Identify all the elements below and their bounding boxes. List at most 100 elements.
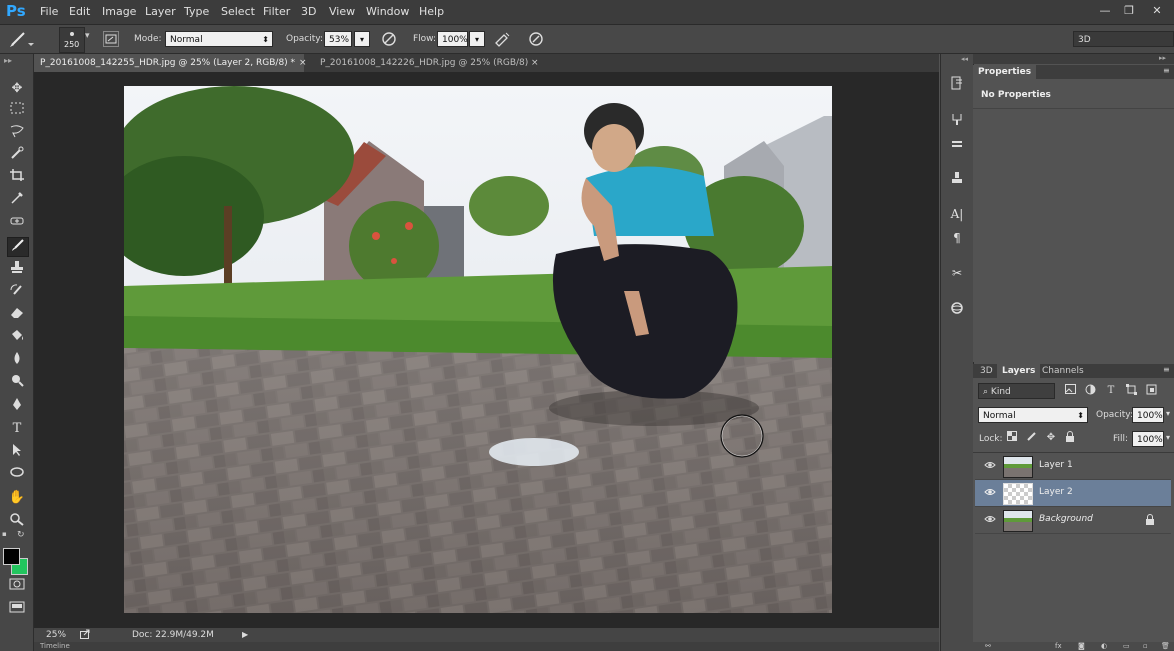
- properties-menu-icon[interactable]: ≡: [1163, 66, 1170, 75]
- tab-properties[interactable]: Properties: [973, 65, 1037, 79]
- menu-view[interactable]: View: [329, 5, 355, 18]
- visibility-eye-icon[interactable]: [984, 514, 996, 524]
- tab-document-1[interactable]: P_20161008_142255_HDR.jpg @ 25% (Layer 2…: [34, 54, 307, 72]
- ellipse-tool-icon[interactable]: [7, 465, 27, 483]
- layer-name[interactable]: Background: [1039, 514, 1093, 524]
- layer-row-layer-2[interactable]: Layer 2: [975, 480, 1171, 507]
- path-selection-tool-icon[interactable]: [7, 443, 27, 461]
- blend-mode-select[interactable]: Normal ⬍: [978, 407, 1088, 423]
- tab-document-1-close-icon[interactable]: ×: [299, 54, 307, 72]
- crop-tool-icon[interactable]: [7, 168, 27, 186]
- eyedropper-tool-icon[interactable]: [7, 190, 27, 208]
- foreground-color-swatch[interactable]: [3, 548, 20, 565]
- canvas-area[interactable]: [34, 72, 939, 628]
- airbrush-icon[interactable]: [493, 30, 511, 48]
- collapse-toolbar-icon[interactable]: ▸▸: [4, 56, 12, 65]
- filter-smart-object-icon[interactable]: [1144, 384, 1158, 398]
- filter-shape-icon[interactable]: [1124, 384, 1138, 398]
- add-mask-icon[interactable]: ◙: [1078, 642, 1085, 650]
- lock-all-icon[interactable]: [1063, 431, 1077, 445]
- layer-opacity-arrow-icon[interactable]: ▾: [1166, 409, 1170, 418]
- new-layer-icon[interactable]: ▫: [1143, 642, 1148, 650]
- brush-panel-icon[interactable]: [948, 137, 966, 153]
- status-menu-arrow-icon[interactable]: ▶: [242, 630, 248, 639]
- menu-window[interactable]: Window: [366, 5, 409, 18]
- properties-collapse-icon[interactable]: ▸▸: [1159, 54, 1166, 62]
- clone-stamp-tool-icon[interactable]: [7, 260, 27, 278]
- dodge-tool-icon[interactable]: [7, 373, 27, 391]
- paragraph-panel-icon[interactable]: ¶: [948, 230, 966, 246]
- lock-transparent-icon[interactable]: [1005, 431, 1019, 445]
- delete-layer-icon[interactable]: 🗑: [1161, 642, 1170, 650]
- marquee-tool-icon[interactable]: [7, 102, 27, 120]
- collapse-dock-icon[interactable]: ◂◂: [961, 55, 968, 63]
- menu-type[interactable]: Type: [184, 5, 209, 18]
- layer-row-background[interactable]: Background: [975, 507, 1171, 534]
- filter-pixel-icon[interactable]: [1063, 384, 1077, 398]
- flow-input[interactable]: 100%: [437, 31, 468, 47]
- zoom-tool-icon[interactable]: [7, 512, 27, 530]
- tab-layers[interactable]: Layers: [997, 364, 1041, 378]
- hand-tool-icon[interactable]: ✋: [7, 489, 27, 507]
- workspace-select[interactable]: 3D: [1073, 31, 1174, 47]
- opacity-input[interactable]: 53%: [324, 31, 352, 47]
- character-panel-icon[interactable]: A|: [948, 206, 966, 222]
- menu-edit[interactable]: Edit: [69, 5, 90, 18]
- timeline-panel-tab[interactable]: Timeline: [34, 642, 939, 651]
- blur-tool-icon[interactable]: [7, 351, 27, 369]
- menu-image[interactable]: Image: [102, 5, 136, 18]
- menu-file[interactable]: File: [40, 5, 58, 18]
- new-group-icon[interactable]: ▭: [1123, 642, 1130, 650]
- document-canvas-photo[interactable]: [104, 86, 832, 613]
- layer-opacity-input[interactable]: 100%: [1132, 407, 1164, 423]
- menu-layer[interactable]: Layer: [145, 5, 176, 18]
- type-tool-icon[interactable]: T: [7, 420, 27, 438]
- mode-select[interactable]: Normal ⬍: [165, 31, 273, 47]
- history-panel-icon[interactable]: [948, 76, 966, 92]
- opacity-dropdown-arrow-icon[interactable]: ▾: [354, 31, 370, 47]
- menu-select[interactable]: Select: [221, 5, 255, 18]
- tab-document-2-close-icon[interactable]: ×: [531, 54, 539, 72]
- pen-tool-icon[interactable]: [7, 397, 27, 415]
- layer-name[interactable]: Layer 2: [1039, 487, 1073, 497]
- move-tool-icon[interactable]: ✥: [7, 80, 27, 98]
- filter-type-icon[interactable]: T: [1104, 384, 1118, 398]
- layer-row-layer-1[interactable]: Layer 1: [975, 453, 1171, 480]
- brush-tool-icon[interactable]: [7, 237, 29, 257]
- quick-mask-icon[interactable]: [7, 578, 27, 596]
- lock-position-icon[interactable]: ✥: [1044, 431, 1058, 445]
- link-layers-icon[interactable]: ⚯: [985, 642, 991, 650]
- fill-arrow-icon[interactable]: ▾: [1166, 433, 1170, 442]
- add-style-icon[interactable]: fx: [1055, 642, 1062, 650]
- menu-help[interactable]: Help: [419, 5, 444, 18]
- lasso-tool-icon[interactable]: [7, 124, 27, 142]
- 3d-panel-icon[interactable]: [948, 301, 966, 317]
- quick-selection-tool-icon[interactable]: [7, 146, 27, 164]
- visibility-eye-icon[interactable]: [984, 460, 996, 470]
- menu-filter[interactable]: Filter: [263, 5, 290, 18]
- tab-3d[interactable]: 3D: [975, 364, 998, 378]
- layers-menu-icon[interactable]: ≡: [1163, 365, 1170, 374]
- menu-3d[interactable]: 3D: [301, 5, 316, 18]
- pressure-opacity-icon[interactable]: [380, 30, 398, 48]
- eraser-tool-icon[interactable]: [7, 305, 27, 323]
- brush-panel-toggle-icon[interactable]: [103, 31, 119, 47]
- history-brush-tool-icon[interactable]: [7, 283, 27, 301]
- tab-document-2[interactable]: P_20161008_142226_HDR.jpg @ 25% (RGB/8) …: [314, 54, 556, 72]
- swap-colors-icon[interactable]: ↻: [17, 530, 25, 540]
- zoom-level[interactable]: 25%: [46, 630, 66, 640]
- minimize-button[interactable]: —: [1094, 3, 1116, 19]
- flow-dropdown-arrow-icon[interactable]: ▾: [469, 31, 485, 47]
- visibility-eye-icon[interactable]: [984, 487, 996, 497]
- close-window-button[interactable]: ✕: [1146, 3, 1168, 19]
- pressure-size-icon[interactable]: [527, 30, 545, 48]
- layer-filter-select[interactable]: ⌕ Kind: [978, 383, 1055, 399]
- lock-image-icon[interactable]: [1025, 431, 1039, 445]
- document-size-info[interactable]: Doc: 22.9M/49.2M: [132, 630, 214, 640]
- paint-bucket-tool-icon[interactable]: [7, 328, 27, 346]
- screen-mode-icon[interactable]: [7, 601, 27, 619]
- restore-button[interactable]: ❐: [1118, 3, 1140, 19]
- brush-picker-arrow-icon[interactable]: ▾: [85, 31, 90, 41]
- layer-name[interactable]: Layer 1: [1039, 460, 1073, 470]
- fill-input[interactable]: 100%: [1132, 431, 1164, 447]
